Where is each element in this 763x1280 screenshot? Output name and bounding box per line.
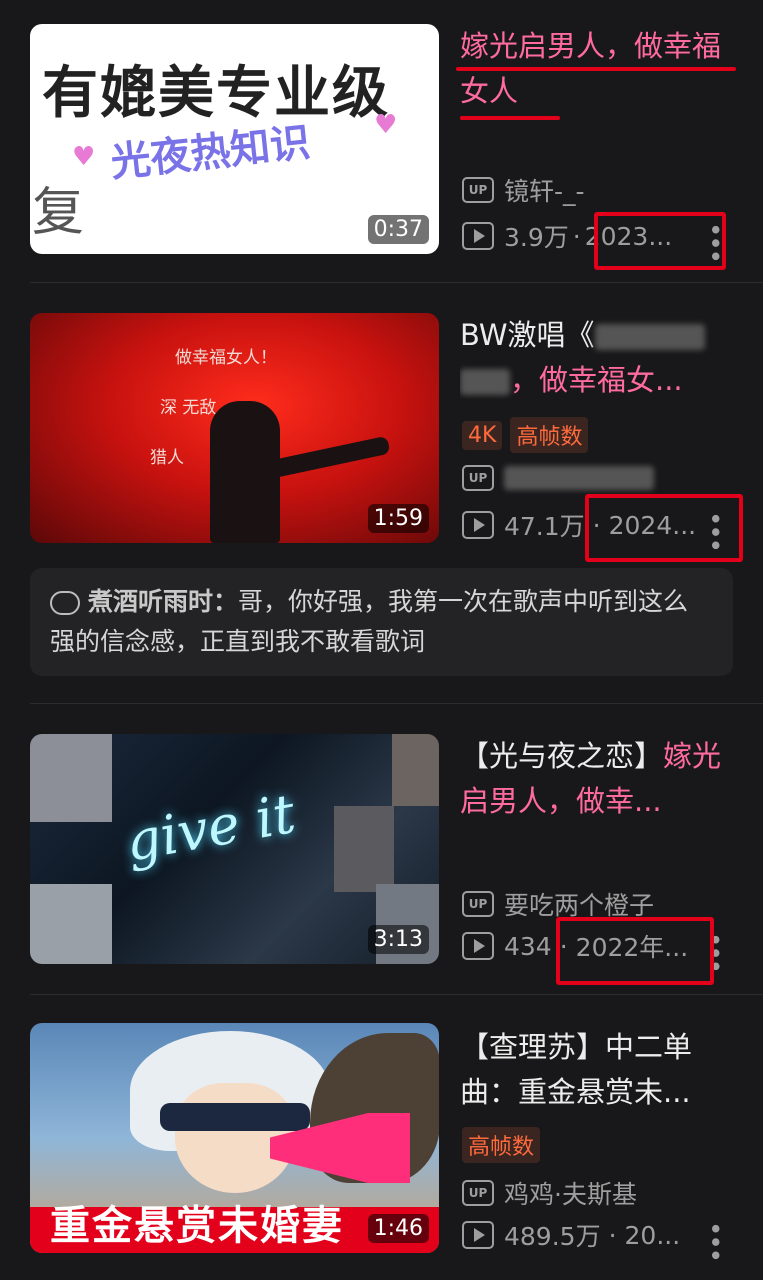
tag-high-fps: 高帧数 xyxy=(510,417,589,453)
uploader-row[interactable]: UP 镜轩-_- xyxy=(462,172,742,208)
highlight-box xyxy=(585,494,743,562)
character-panel xyxy=(30,734,112,822)
highlight-underline xyxy=(456,67,736,71)
performer-figure xyxy=(210,401,280,543)
blurred-text xyxy=(594,324,705,350)
view-count: 3.9万 xyxy=(504,223,569,252)
video-item[interactable]: give it 3:13 【光与夜之恋】嫁光启男人，做幸... UP 要吃两个橙… xyxy=(0,704,763,994)
comment-author: 煮酒听雨时： xyxy=(88,587,239,616)
tags-row: 高帧数 xyxy=(462,1127,742,1163)
video-duration: 1:46 xyxy=(367,1214,429,1243)
title-text: BW激唱《 xyxy=(460,318,595,352)
thumbnail-char: 复 xyxy=(32,183,85,243)
thumbnail-title: give it xyxy=(121,781,300,874)
highlight-underline xyxy=(460,116,560,120)
blurred-text xyxy=(460,369,510,395)
highlight-box xyxy=(594,212,726,270)
tag-high-fps: 高帧数 xyxy=(462,1127,541,1163)
play-count-icon xyxy=(462,932,494,960)
up-icon: UP xyxy=(462,177,494,203)
video-thumbnail[interactable]: 有媲美专业级 光夜热知识 ♥ ♥ 复 0:37 xyxy=(30,24,439,254)
uploader-name: 镜轩-_- xyxy=(504,177,585,206)
thumbnail-line: 做幸福女人！ xyxy=(175,348,277,368)
uploader-row[interactable]: UP xyxy=(462,465,742,491)
blurred-uploader xyxy=(504,466,654,490)
banner-text: 重金悬赏未婚妻 xyxy=(50,1203,344,1249)
play-count-icon xyxy=(462,222,494,250)
view-count: 434 xyxy=(504,931,552,961)
play-count-icon xyxy=(462,1221,494,1249)
tag-4k: 4K xyxy=(462,420,503,450)
uploader-row[interactable]: UP 鸡鸡·夫斯基 xyxy=(462,1175,742,1211)
heart-icon: ♥ xyxy=(374,110,398,140)
video-title[interactable]: BW激唱《 ，做幸福女... xyxy=(460,313,740,403)
more-options-icon[interactable]: ••• xyxy=(699,1221,729,1261)
video-duration: 0:37 xyxy=(367,215,429,244)
video-thumbnail[interactable]: 做幸福女人！ 深 无敌， 猎人 1:59 xyxy=(30,313,439,543)
view-count: 489.5万 xyxy=(504,1222,601,1251)
video-duration: 1:59 xyxy=(367,504,429,533)
uploader-name: 鸡鸡·夫斯基 xyxy=(504,1180,637,1209)
title-highlight: ，做幸福女... xyxy=(510,363,683,397)
thumbnail-text: 有媲美专业级 xyxy=(42,60,390,126)
heart-icon: ♥ xyxy=(72,142,96,172)
character-panel xyxy=(392,734,439,806)
sunglasses-icon xyxy=(160,1103,310,1131)
up-icon: UP xyxy=(462,1180,494,1206)
highlight-box xyxy=(556,917,714,985)
publish-date: 20... xyxy=(624,1220,681,1250)
separator: · xyxy=(608,1220,617,1250)
comment-body: 煮酒听雨时：哥，你好强，我第一次在歌声中听到这么强的信念感，正直到我不敢看歌词 xyxy=(50,582,713,662)
view-count: 47.1万 xyxy=(504,512,585,541)
separator: · xyxy=(572,221,581,251)
character-panel xyxy=(30,884,112,964)
video-thumbnail[interactable]: give it 3:13 xyxy=(30,734,439,964)
video-thumbnail[interactable]: 重金悬赏未婚妻 1:46 xyxy=(30,1023,439,1253)
video-title[interactable]: 【查理苏】中二单曲：重金悬赏未... xyxy=(460,1025,740,1115)
video-item[interactable]: 有媲美专业级 光夜热知识 ♥ ♥ 复 0:37 嫁光启男人，做幸福女人 UP 镜… xyxy=(0,0,763,282)
comment-icon xyxy=(50,591,80,615)
performer-arm xyxy=(269,435,391,479)
thumbnail-line: 猎人 xyxy=(150,448,184,468)
video-title[interactable]: 【光与夜之恋】嫁光启男人，做幸... xyxy=(460,734,740,824)
play-count-icon xyxy=(462,511,494,539)
video-duration: 3:13 xyxy=(367,925,429,954)
up-icon: UP xyxy=(462,465,494,491)
tags-row: 4K 高帧数 xyxy=(462,417,742,453)
video-item[interactable]: 做幸福女人！ 深 无敌， 猎人 1:59 BW激唱《 ，做幸福女... 4K 高… xyxy=(0,283,763,703)
title-text: 【光与夜之恋】 xyxy=(460,739,664,773)
hot-comment[interactable]: 煮酒听雨时：哥，你好强，我第一次在歌声中听到这么强的信念感，正直到我不敢看歌词 xyxy=(30,568,733,676)
title-highlight: 嫁 xyxy=(663,739,693,773)
up-icon: UP xyxy=(462,891,494,917)
video-item[interactable]: 重金悬赏未婚妻 1:46 【查理苏】中二单曲：重金悬赏未... 高帧数 UP 鸡… xyxy=(0,995,763,1280)
